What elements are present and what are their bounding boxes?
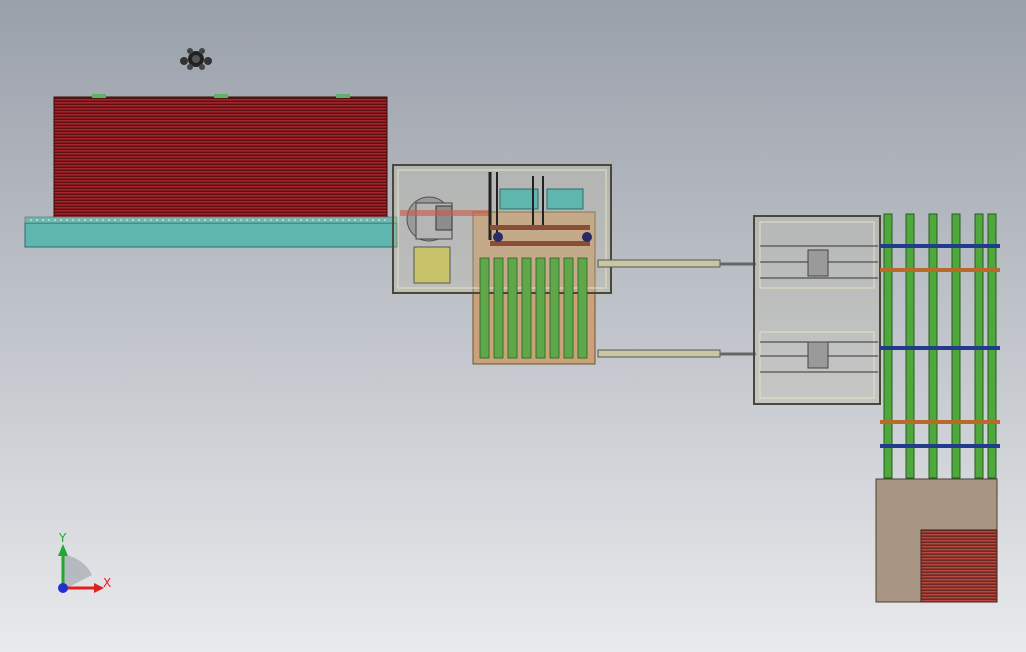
view-orientation-cube-icon[interactable]: [180, 48, 212, 70]
output-roller-lanes: [880, 213, 1000, 479]
output-stacker: [875, 478, 998, 603]
triad-x-label: X: [103, 576, 111, 590]
triad-y-label: Y: [58, 531, 67, 545]
board-stack: [53, 94, 388, 221]
infeed-conveyor: [24, 216, 398, 248]
triad-y-arrow: [58, 544, 68, 556]
cutting-station: [392, 164, 612, 365]
coordinate-triad-icon: Y X: [58, 531, 111, 593]
cad-viewport[interactable]: Y X: [0, 0, 1026, 652]
splitter-station: [753, 215, 881, 405]
triad-z-axis: [58, 583, 68, 593]
model-canvas[interactable]: Y X: [0, 0, 1026, 652]
transfer-rails: [597, 259, 756, 358]
